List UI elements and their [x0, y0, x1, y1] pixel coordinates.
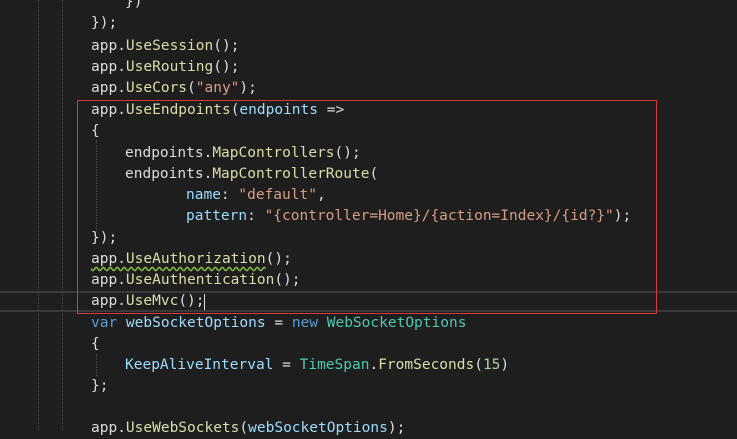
- code-line-18: };: [91, 378, 109, 394]
- code-line-3: app.UseRouting();: [91, 59, 240, 75]
- indent-guide: [96, 354, 97, 376]
- code-line-16: {: [91, 336, 100, 352]
- selection-highlight-box: [77, 100, 657, 314]
- code-line-1: });: [91, 15, 118, 31]
- text-caret: [204, 294, 205, 310]
- code-editor[interactable]: }) }); app.UseSession(); app.UseRouting(…: [0, 0, 737, 436]
- indent-guide: [38, 0, 39, 430]
- code-line-17: KeepAliveInterval = TimeSpan.FromSeconds…: [125, 357, 510, 373]
- code-line-15: var webSocketOptions = new WebSocketOpti…: [91, 315, 467, 331]
- code-line-0: }): [125, 0, 143, 10]
- indent-guide: [62, 0, 63, 430]
- code-line-4: app.UseCors("any");: [91, 80, 257, 96]
- code-line-2: app.UseSession();: [91, 38, 240, 54]
- code-line-19: app.UseWebSockets(webSocketOptions);: [91, 420, 406, 436]
